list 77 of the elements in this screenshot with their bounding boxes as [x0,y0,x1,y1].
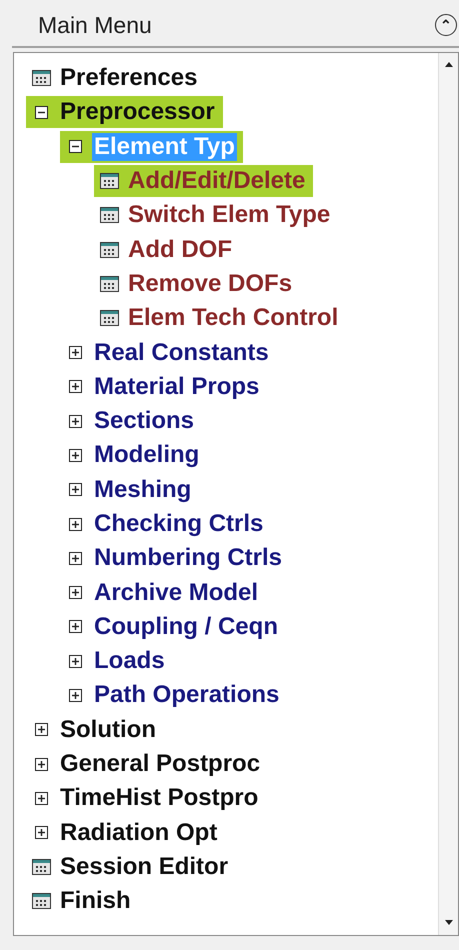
dialog-icon [100,276,119,292]
tree-item[interactable]: Preferences [26,62,206,94]
dialog-icon [100,207,119,224]
expand-icon[interactable] [69,483,82,496]
tree-item-label: Meshing [93,476,192,504]
expand-icon[interactable] [35,792,48,805]
tree-item[interactable]: Numbering Ctrls [60,542,290,574]
tree-item-label: Material Props [93,372,260,401]
expand-icon[interactable] [69,346,82,360]
tree-item[interactable]: Elem Tech Control [94,302,346,334]
dialog-icon [32,70,51,86]
dialog-icon [100,310,119,326]
tree-item[interactable]: Session Editor [26,850,236,883]
tree-item-label: Radiation Opt [59,818,218,847]
collapse-icon[interactable] [35,106,48,119]
tree-item[interactable]: Solution [26,714,164,746]
tree-item[interactable]: Remove DOFs [94,268,300,300]
expand-icon[interactable] [35,758,48,771]
tree-item[interactable]: Material Props [60,370,268,403]
tree-item-label: Loads [93,647,166,676]
tree-item[interactable]: Sections [60,405,202,438]
tree-item-label: Real Constants [93,338,270,367]
tree-item-label: Solution [59,716,157,744]
tree-item[interactable]: Path Operations [60,679,288,712]
expand-icon[interactable] [69,414,82,428]
tree-item-label: Path Operations [93,681,280,710]
tree-item-label: TimeHist Postpro [59,784,260,812]
expand-icon[interactable] [69,688,82,702]
highlighted-tree-item[interactable]: Preprocessor [26,96,223,128]
tree-item-label: Add DOF [127,236,233,264]
tree-item-label: Add/Edit/Delete [127,167,306,196]
dialog-icon [100,242,119,258]
collapse-button[interactable]: ⌃ [435,14,457,36]
tree-item-label: Session Editor [59,852,230,881]
expand-icon[interactable] [69,518,82,530]
expand-icon[interactable] [69,448,82,462]
tree-item-label: Numbering Ctrls [93,544,284,572]
expand-icon[interactable] [69,380,82,394]
tree-item-label: General Postproc [59,750,262,778]
tree-item[interactable]: Add DOF [94,234,240,266]
tree-item-label: Finish [59,887,132,916]
expand-icon[interactable] [35,826,48,840]
tree-item[interactable]: Modeling [60,439,208,472]
tree-item-label: Remove DOFs [127,270,294,298]
expand-icon[interactable] [35,723,48,736]
tree-item[interactable]: Checking Ctrls [60,508,272,540]
tree-item-label: Element Typ [92,132,237,161]
tree-item-label: Switch Elem Type [127,201,332,230]
tree-item[interactable]: General Postproc [26,748,268,780]
tree-item-label: Archive Model [93,578,260,607]
tree-item-label: Coupling / Ceqn [93,612,279,641]
collapse-icon[interactable] [69,140,82,154]
expand-icon[interactable] [69,552,82,565]
tree-item[interactable]: Archive Model [60,576,266,609]
tree-item-label: Modeling [93,441,200,470]
tree-item-label: Elem Tech Control [127,304,340,332]
tree-item[interactable]: Finish [26,885,139,918]
tree-item-label: Preprocessor [59,98,216,126]
expand-icon[interactable] [69,586,82,600]
tree-item[interactable]: Radiation Opt [26,816,226,849]
tree-item[interactable]: Real Constants [60,336,277,369]
tree-item-label: Preferences [59,64,198,92]
tree-item[interactable]: TimeHist Postpro [26,782,266,814]
expand-icon[interactable] [69,654,82,668]
tree-item[interactable]: Switch Elem Type [94,199,338,232]
scrollbar[interactable] [438,53,458,935]
tree-item-label: Checking Ctrls [93,510,264,538]
dialog-icon [32,893,51,910]
panel-title: Main Menu [38,10,152,40]
tree-item[interactable]: Coupling / Ceqn [60,610,286,643]
highlighted-tree-item[interactable]: Add/Edit/Delete [94,165,314,198]
expand-icon[interactable] [69,620,82,634]
tree-item[interactable]: Meshing [60,474,200,506]
dialog-icon [32,858,51,875]
tree-item-label: Sections [93,407,196,436]
tree-item[interactable]: Loads [60,645,173,678]
dialog-icon [100,173,119,190]
